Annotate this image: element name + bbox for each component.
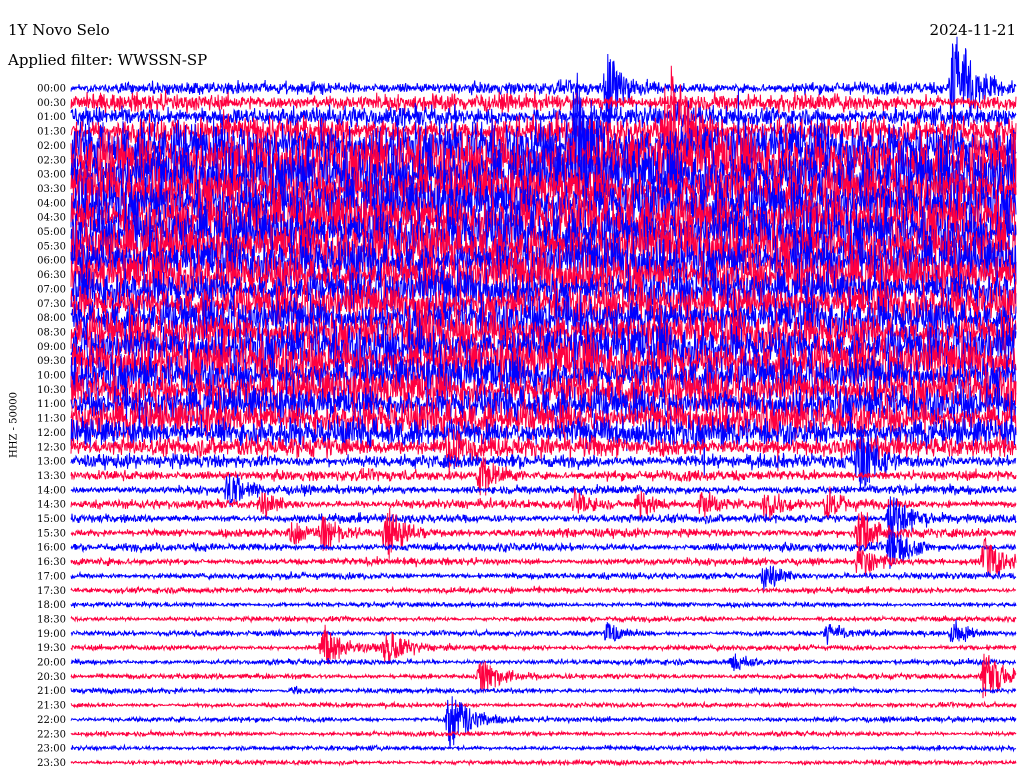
time-label: 19:00 [37, 629, 66, 640]
trace-row-1900 [70, 619, 1017, 645]
time-label: 09:00 [37, 342, 66, 353]
helicorder-page: 00:00 00:30 01:00 01:30 02:00 02:30 03:00 03:30… [0, 0, 1024, 780]
time-label: 00:30 [37, 98, 66, 109]
time-label: 22:00 [37, 715, 66, 726]
time-label: 23:30 [37, 758, 66, 769]
time-label: 14:00 [37, 485, 66, 496]
time-label: 10:00 [37, 371, 66, 382]
trace-row-2200 [70, 696, 1017, 749]
trace-row-1830 [70, 614, 1017, 624]
time-label-group: 00:00 00:30 01:00 01:30 02:00 02:30 03:00 03:30… [37, 84, 66, 769]
trace-row-2230 [70, 728, 1017, 739]
trace-row-2000 [70, 653, 1017, 672]
time-label: 12:30 [37, 442, 66, 453]
time-label: 13:00 [37, 457, 66, 468]
time-label: 15:30 [37, 528, 66, 539]
trace-row-2100 [70, 685, 1017, 696]
time-label: 05:00 [37, 227, 66, 238]
time-label: 08:00 [37, 313, 66, 324]
time-label: 04:00 [37, 198, 66, 209]
time-label: 05:30 [37, 241, 66, 252]
record-date: 2024-11-21 [929, 21, 1016, 39]
time-label: 18:00 [37, 600, 66, 611]
time-label: 21:00 [37, 686, 66, 697]
time-label: 03:00 [37, 170, 66, 181]
time-label: 07:30 [37, 299, 66, 310]
time-label: 17:00 [37, 571, 66, 582]
time-label: 01:30 [37, 127, 66, 138]
time-label: 16:30 [37, 557, 66, 568]
time-label: 13:30 [37, 471, 66, 482]
time-label: 14:30 [37, 500, 66, 511]
time-label: 19:30 [37, 643, 66, 654]
time-label: 17:30 [37, 586, 66, 597]
trace-group [70, 36, 1017, 767]
time-label: 11:00 [37, 399, 66, 410]
time-label: 03:30 [37, 184, 66, 195]
time-label: 11:30 [37, 414, 66, 425]
trace-row-1800 [70, 600, 1017, 610]
time-label: 08:30 [37, 327, 66, 338]
trace-row-2130 [70, 700, 1017, 711]
trace-row-2330 [70, 758, 1017, 767]
time-label: 18:30 [37, 614, 66, 625]
station-title: 1Y Novo Selo [8, 21, 110, 39]
trace-row-1730 [70, 585, 1017, 596]
time-label: 09:30 [37, 356, 66, 367]
time-label: 06:30 [37, 270, 66, 281]
trace-row-1700 [70, 565, 1017, 591]
time-label: 21:30 [37, 701, 66, 712]
time-label: 22:30 [37, 729, 66, 740]
time-label: 07:00 [37, 284, 66, 295]
time-label: 01:00 [37, 112, 66, 123]
time-label: 00:00 [37, 84, 66, 95]
time-label: 15:00 [37, 514, 66, 525]
time-label: 02:00 [37, 141, 66, 152]
time-label: 20:00 [37, 658, 66, 669]
time-label: 10:30 [37, 385, 66, 396]
time-label: 16:00 [37, 543, 66, 554]
time-label: 06:00 [37, 256, 66, 267]
y-axis-label: HHZ - 50000 [8, 392, 20, 458]
trace-row-2300 [70, 743, 1017, 753]
time-label: 04:30 [37, 213, 66, 224]
time-label: 02:30 [37, 155, 66, 166]
time-label: 20:30 [37, 672, 66, 683]
helicorder-plot: 00:00 00:30 01:00 01:30 02:00 02:30 03:00 03:30… [37, 36, 1017, 769]
time-label: 12:00 [37, 428, 66, 439]
filter-subtitle: Applied filter: WWSSN-SP [8, 51, 208, 69]
time-label: 23:00 [37, 744, 66, 755]
